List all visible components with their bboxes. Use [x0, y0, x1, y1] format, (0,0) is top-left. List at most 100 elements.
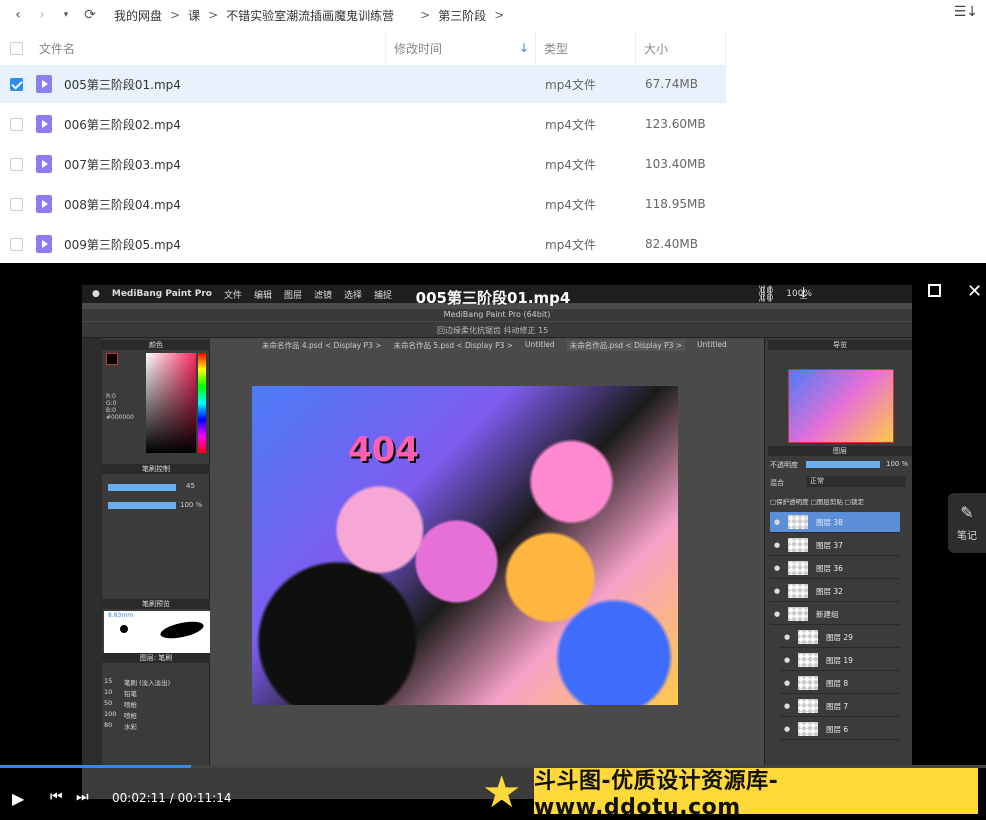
layer-opacity-slider — [806, 461, 880, 468]
brush-size: 15 — [104, 677, 113, 685]
video-file-icon — [36, 195, 52, 213]
file-table-header: 文件名 修改时间 ↓ 类型 大小 — [0, 32, 726, 64]
brush-preview-size: 8.83mm — [108, 612, 134, 619]
breadcrumb-current[interactable]: 第三阶段 — [438, 7, 486, 24]
back-icon: ‹ — [15, 7, 21, 23]
sort-menu-button[interactable]: ☰↓ — [954, 4, 978, 20]
tool-column — [82, 338, 102, 765]
back-button[interactable]: ‹ — [6, 3, 30, 27]
hue-slider — [198, 353, 206, 453]
layer-name: 图层 19 — [826, 655, 853, 665]
refresh-icon: ⟳ — [84, 7, 96, 23]
navigator-header: 导览 — [768, 340, 912, 350]
layer-item: ● 新建组 — [770, 604, 900, 625]
history-dropdown[interactable]: ▾ — [54, 3, 78, 27]
breadcrumb-root[interactable]: 我的网盘 — [114, 7, 162, 24]
artwork-404-text: 404 — [348, 430, 419, 470]
layer-thumbnail — [798, 699, 818, 713]
file-row[interactable]: 007第三阶段03.mp4 mp4文件 103.40MB — [0, 145, 726, 183]
layer-name: 图层 32 — [816, 586, 843, 596]
forward-icon: › — [39, 7, 45, 23]
size-column-header[interactable]: 大小 — [636, 32, 726, 64]
file-row[interactable]: 006第三阶段02.mp4 mp4文件 123.60MB — [0, 105, 726, 143]
layer-name: 图层 29 — [826, 632, 853, 642]
file-row[interactable]: 009第三阶段05.mp4 mp4文件 82.40MB — [0, 225, 726, 263]
file-name-cell: 007第三阶段03.mp4 — [0, 155, 386, 173]
row-checkbox[interactable] — [10, 157, 23, 171]
file-name[interactable]: 007第三阶段03.mp4 — [64, 156, 181, 173]
file-type: mp4文件 — [545, 77, 596, 92]
file-size: 103.40MB — [645, 157, 706, 171]
select-all-checkbox[interactable] — [10, 41, 23, 55]
brush-list-item: 50 喷枪 — [104, 699, 204, 710]
layer-name: 图层 38 — [816, 517, 843, 527]
close-player-button[interactable]: ✕ — [967, 281, 982, 302]
layer-item: ● 图层 6 — [780, 719, 900, 740]
row-checkbox[interactable] — [10, 197, 23, 211]
file-size: 67.74MB — [645, 77, 698, 91]
fullscreen-button[interactable] — [928, 284, 941, 297]
file-name[interactable]: 006第三阶段02.mp4 — [64, 116, 181, 133]
app-window-title: MediBang Paint Pro (64bit) — [82, 309, 912, 321]
layer-thumbnail — [788, 584, 808, 598]
row-checkbox[interactable] — [10, 237, 23, 251]
file-row[interactable]: 008第三阶段04.mp4 mp4文件 118.95MB — [0, 185, 726, 223]
play-button[interactable]: ▶ — [12, 789, 24, 808]
progress-fill — [0, 765, 192, 768]
layer-name: 图层 36 — [816, 563, 843, 573]
video-frame: ● MediBang Paint Pro 文件 编辑 图层 滤镜 选择 捕捉 1… — [82, 285, 912, 765]
eye-icon: ● — [783, 656, 791, 664]
brush-size-value: 45 — [186, 482, 195, 490]
modified-column-header[interactable]: 修改时间 ↓ — [386, 32, 536, 64]
name-column-header[interactable]: 文件名 — [0, 32, 386, 64]
file-name[interactable]: 005第三阶段01.mp4 — [64, 76, 181, 93]
breadcrumb-course[interactable]: 课 — [188, 7, 200, 24]
file-type: mp4文件 — [545, 237, 596, 252]
layer-thumbnail — [798, 653, 818, 667]
notes-label: 笔记 — [957, 531, 977, 542]
brush-name: 喷枪 — [124, 701, 137, 709]
download-button[interactable]: ⤓ — [800, 283, 807, 303]
brush-stroke-preview — [159, 618, 205, 642]
file-size: 118.95MB — [645, 197, 706, 211]
canvas-tabs: 未命名作品 4.psd < Display P3 > 未命名作品 5.psd <… — [262, 340, 727, 351]
brush-size: 80 — [104, 721, 113, 729]
file-name[interactable]: 008第三阶段04.mp4 — [64, 196, 181, 213]
refresh-button[interactable]: ⟳ — [78, 3, 102, 27]
layer-thumbnail — [788, 515, 808, 529]
file-name[interactable]: 009第三阶段05.mp4 — [64, 236, 181, 253]
forward-button[interactable]: › — [30, 3, 54, 27]
brush-opacity-slider — [108, 502, 176, 509]
row-checkbox[interactable] — [10, 77, 23, 91]
modified-header-label: 修改时间 — [394, 41, 443, 56]
layer-thumbnail — [798, 722, 818, 736]
share-button[interactable]: ⛓ — [756, 284, 776, 303]
notes-button[interactable]: ✎ 笔记 — [948, 493, 986, 553]
rgb-readout: R:0 G:0 B:0 #000000 — [106, 393, 134, 421]
row-checkbox[interactable] — [10, 117, 23, 131]
sort-icon: ☰↓ — [953, 4, 978, 20]
brush-size: 100 — [104, 710, 117, 718]
brush-preview-area: 8.83mm — [104, 611, 210, 653]
video-title: 005第三阶段01.mp4 — [415, 289, 571, 307]
previous-button[interactable]: ⏮ — [50, 789, 63, 805]
watermark-banner: 斗斗图-优质设计资源库-www.ddotu.com — [534, 768, 978, 820]
color-panel-header: 颜色 — [102, 340, 210, 350]
blend-mode-select: 正常 — [806, 476, 906, 487]
top-nav: ‹ › ▾ ⟳ 我的网盘 > 课 > 不错实验室潮流插画魔鬼训练营 > 第三阶段… — [0, 0, 986, 30]
file-type: mp4文件 — [545, 157, 596, 172]
file-row[interactable]: 005第三阶段01.mp4 mp4文件 67.74MB — [0, 65, 726, 103]
eye-icon: ● — [773, 518, 781, 526]
layer-opacity-value: 100 % — [886, 460, 909, 468]
breadcrumb-camp[interactable]: 不错实验室潮流插画魔鬼训练营 — [226, 7, 394, 24]
layer-name: 图层 6 — [826, 724, 849, 734]
breadcrumb-separator: > — [420, 8, 431, 22]
layer-thumbnail — [788, 561, 808, 575]
watermark-star-icon: ★ — [482, 767, 522, 818]
layer-item: ● 图层 37 — [770, 535, 900, 556]
type-column-header[interactable]: 类型 — [536, 32, 636, 64]
file-type: mp4文件 — [545, 197, 596, 212]
navigator-thumbnail — [788, 369, 894, 443]
video-file-icon — [36, 155, 52, 173]
next-button[interactable]: ⏭ — [76, 789, 89, 805]
